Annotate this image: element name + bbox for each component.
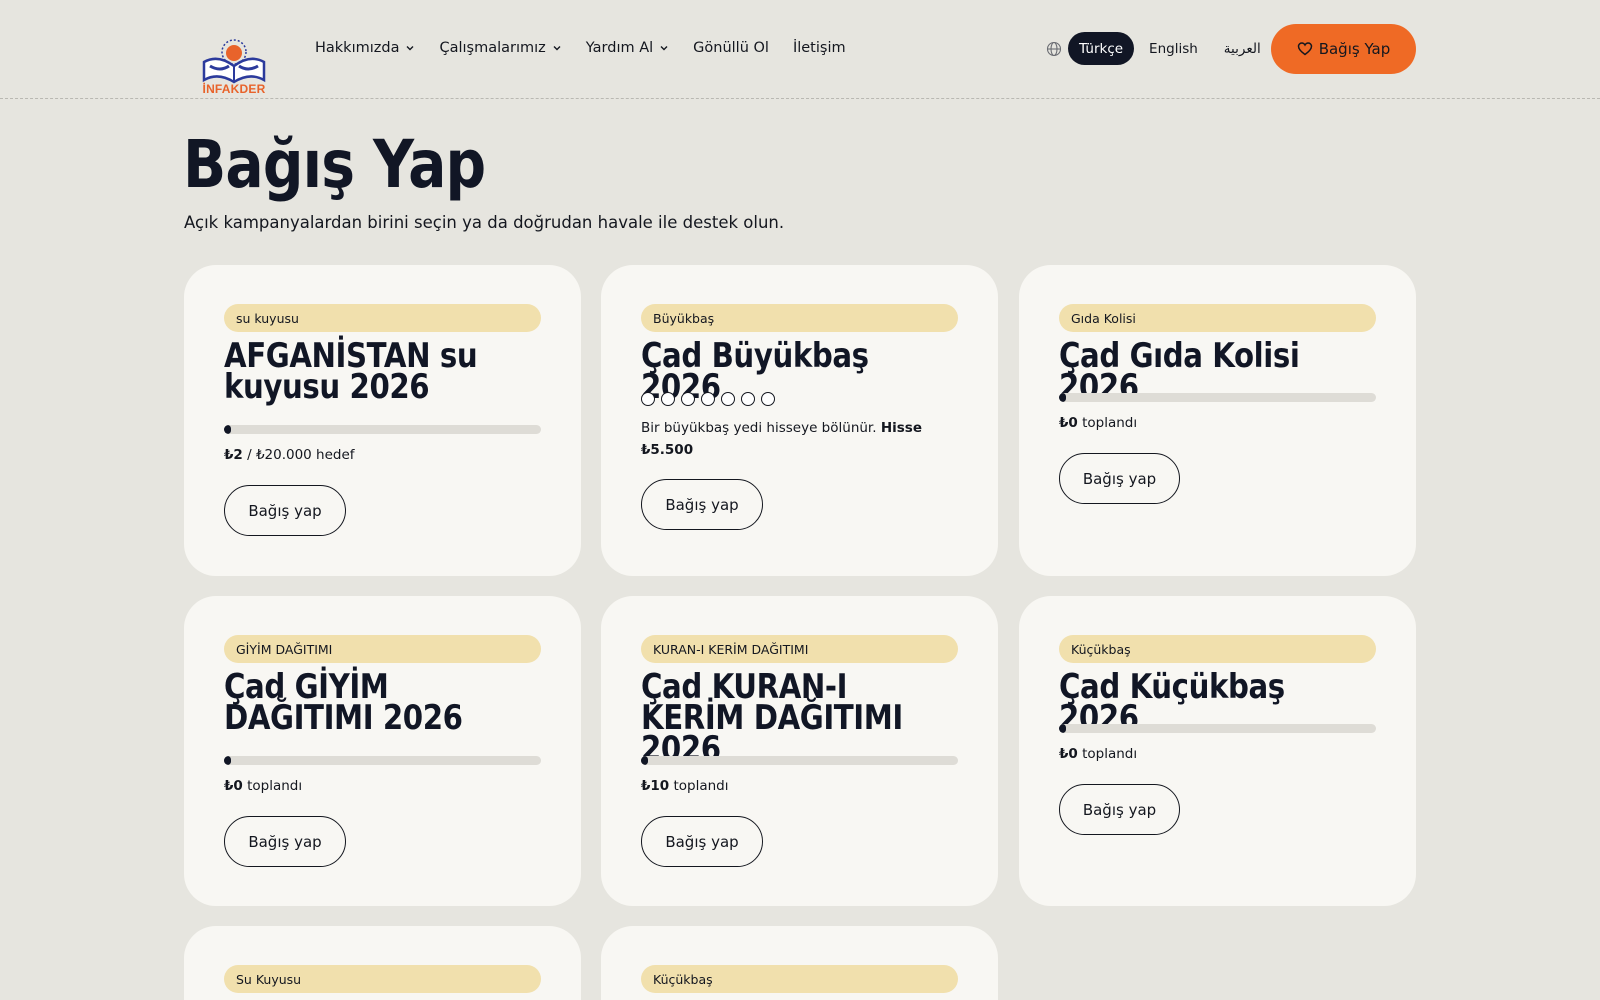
share-slot [741, 392, 755, 406]
campaign-stat: ₺0 toplandı [1059, 415, 1137, 431]
campaign-card: su kuyusu AFGANİSTAN su kuyusu 2026 ₺2 /… [184, 265, 581, 576]
campaign-tag: su kuyusu [224, 304, 541, 332]
campaign-stat: ₺10 toplandı [641, 778, 729, 794]
campaign-card: Büyükbaş Çad Büyükbaş 2026 Bir büyükbaş … [601, 265, 998, 576]
campaign-stat: ₺0 toplandı [1059, 746, 1137, 762]
progress-fill [1059, 393, 1066, 402]
campaign-progress-bar [641, 756, 958, 765]
chevron-down-icon [553, 46, 561, 51]
campaign-title: AFGANİSTAN su kuyusu 2026 [224, 336, 478, 407]
donate-button[interactable]: Bağış yap [1059, 784, 1180, 835]
stat-suffix: toplandı [669, 778, 729, 794]
site-header: İNFAKDER Hakkımızda Çalışmalarımız Yardı… [0, 0, 1600, 99]
globe-icon [1046, 41, 1062, 56]
nav-label: Gönüllü Ol [693, 40, 769, 56]
share-slot [681, 392, 695, 406]
raised-amount: ₺2 [224, 447, 243, 463]
campaign-tag: Büyükbaş [641, 304, 958, 332]
nav-get-help[interactable]: Yardım Al [586, 38, 669, 58]
nav-about[interactable]: Hakkımızda [315, 38, 415, 58]
campaign-card: Küçükbaş Çad Küçükbaş 2026 ₺0 toplandı B… [1019, 596, 1416, 906]
campaign-card: Su Kuyusu [184, 926, 581, 1000]
lang-english[interactable]: English [1138, 32, 1209, 65]
campaign-tag: GİYİM DAĞITIMI [224, 635, 541, 663]
share-indicators [641, 392, 781, 406]
lang-turkish[interactable]: Türkçe [1068, 32, 1135, 65]
campaign-stat: ₺0 toplandı [224, 778, 302, 794]
chevron-down-icon [406, 46, 414, 51]
stat-suffix: toplandı [1077, 746, 1138, 762]
donate-button[interactable]: Bağış yap [224, 485, 346, 536]
main-nav: Hakkımızda Çalışmalarımız Yardım Al Gönü… [315, 38, 870, 58]
campaign-card: Gıda Kolisi Çad Gıda Kolisi 2026 ₺0 topl… [1019, 265, 1416, 576]
donate-button[interactable]: Bağış yap [1059, 453, 1180, 504]
progress-fill [641, 756, 648, 765]
campaign-progress-bar [1059, 724, 1376, 733]
campaign-progress-bar [224, 756, 541, 765]
campaign-tag: Küçükbaş [1059, 635, 1376, 663]
share-note: Bir büyükbaş yedi hisseye bölünür. Hisse… [641, 417, 951, 461]
donate-button[interactable]: Bağış yap [641, 479, 763, 530]
campaign-card: Küçükbaş [601, 926, 998, 1000]
lang-arabic[interactable]: العربية [1213, 32, 1272, 65]
nav-label: Çalışmalarımız [439, 40, 546, 56]
stat-suffix: toplandı [242, 778, 303, 794]
campaign-tag: Gıda Kolisi [1059, 304, 1376, 332]
donate-button[interactable]: Bağış yap [641, 816, 763, 867]
header-donate-label: Bağış Yap [1318, 40, 1391, 58]
site-logo[interactable]: İNFAKDER [196, 36, 272, 98]
share-slot [641, 392, 655, 406]
share-slot [661, 392, 675, 406]
heart-icon [1297, 42, 1312, 56]
raised-amount: ₺0 [1059, 415, 1078, 431]
progress-fill [224, 756, 231, 765]
goal-amount: ₺20.000 hedef [255, 447, 355, 463]
share-note-text: Bir büyükbaş yedi hisseye bölünür. [641, 420, 881, 436]
header-donate-button[interactable]: Bağış Yap [1271, 24, 1416, 74]
nav-label: İletişim [792, 40, 846, 56]
campaign-card: KURAN-I KERİM DAĞITIMI Çad KURAN-I KERİM… [601, 596, 998, 906]
share-slot [721, 392, 735, 406]
language-switcher: Türkçe English العربية [1046, 32, 1276, 65]
nav-contact[interactable]: İletişim [793, 38, 846, 58]
raised-amount: ₺0 [224, 778, 243, 794]
raised-amount: ₺10 [641, 778, 670, 794]
progress-fill [224, 425, 231, 434]
page-title: Bağış Yap [183, 126, 486, 203]
campaign-title: Çad GİYİM DAĞITIMI 2026 [224, 667, 463, 738]
nav-works[interactable]: Çalışmalarımız [439, 38, 561, 58]
campaign-tag: KURAN-I KERİM DAĞITIMI [641, 635, 958, 663]
logo-text: İNFAKDER [202, 82, 266, 96]
campaign-tag: Su Kuyusu [224, 965, 541, 993]
stat-suffix: toplandı [1077, 415, 1138, 431]
donate-button[interactable]: Bağış yap [224, 816, 346, 867]
campaign-progress-bar [224, 425, 541, 434]
raised-amount: ₺0 [1059, 746, 1078, 762]
share-slot [761, 392, 775, 406]
campaign-stat: ₺2 / ₺20.000 hedef [224, 447, 355, 463]
page-subtitle: Açık kampanyalardan birini seçin ya da d… [184, 213, 785, 232]
campaign-card: GİYİM DAĞITIMI Çad GİYİM DAĞITIMI 2026 ₺… [184, 596, 581, 906]
stat-separator: / [242, 447, 256, 463]
logo-emblem-icon [202, 39, 266, 84]
campaign-progress-bar [1059, 393, 1376, 402]
share-slot [701, 392, 715, 406]
nav-volunteer[interactable]: Gönüllü Ol [693, 38, 769, 58]
campaign-tag: Küçükbaş [641, 965, 958, 993]
chevron-down-icon [660, 46, 668, 51]
nav-label: Hakkımızda [315, 40, 400, 56]
progress-fill [1059, 724, 1066, 733]
nav-label: Yardım Al [585, 40, 654, 56]
campaign-title: Çad KURAN-I KERİM DAĞITIMI 2026 [641, 667, 903, 769]
